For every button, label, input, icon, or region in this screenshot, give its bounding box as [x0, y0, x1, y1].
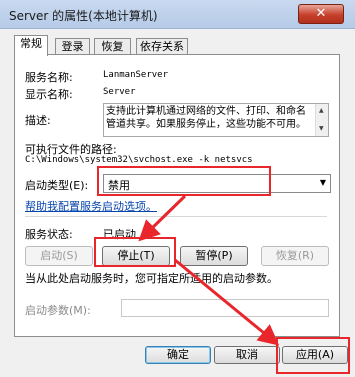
stop-button[interactable]: 停止(T) — [102, 246, 170, 266]
startup-type-value: 禁用 — [108, 179, 130, 192]
tab-logon[interactable]: 登录 — [55, 38, 90, 55]
separator — [25, 216, 327, 217]
start-button[interactable]: 启动(S) — [25, 246, 93, 266]
scroll-up-icon[interactable]: ▲ — [319, 107, 324, 114]
description-scrollbar[interactable]: ▲ ▼ — [315, 104, 328, 136]
cancel-button[interactable]: 取消 — [214, 346, 280, 364]
close-icon: ✕ — [315, 6, 327, 21]
service-name-value: LanmanServer — [103, 70, 169, 80]
ok-button[interactable]: 确定 — [145, 346, 211, 364]
window-title: Server 的属性(本地计算机) — [9, 9, 158, 23]
start-params-input[interactable] — [121, 299, 329, 317]
close-button[interactable]: ✕ — [298, 4, 344, 24]
service-status-value: 已启动 — [103, 228, 136, 241]
startup-type-label: 启动类型(E): — [25, 179, 89, 192]
display-name-label: 显示名称: — [25, 88, 73, 101]
pause-button[interactable]: 暂停(P) — [180, 246, 248, 266]
general-panel: 服务名称: LanmanServer 显示名称: Server 描述: 支持此计… — [14, 54, 340, 337]
scroll-down-icon[interactable]: ▼ — [319, 125, 324, 132]
hint-text: 当从此处启动服务时，您可指定所适用的启动参数。 — [25, 272, 278, 285]
startup-type-select[interactable]: 禁用 ▼ — [103, 174, 331, 193]
title-bar: Server 的属性(本地计算机) ✕ — [0, 0, 355, 29]
resume-button[interactable]: 恢复(R) — [261, 246, 329, 266]
start-params-label: 启动参数(M): — [25, 304, 91, 317]
help-link[interactable]: 帮助我配置服务启动选项。 — [25, 198, 157, 214]
display-name-value: Server — [103, 87, 136, 97]
service-status-label: 服务状态: — [25, 228, 73, 241]
tab-recovery[interactable]: 恢复 — [94, 38, 131, 55]
apply-button[interactable]: 应用(A) — [282, 346, 348, 364]
exe-path-value: C:\Windows\system32\svchost.exe -k netsv… — [25, 155, 253, 165]
description-box: 支持此计算机通过网络的文件、打印、和命名管道共享。如果服务停止，这些功能不可用。… — [103, 103, 329, 137]
description-label: 描述: — [25, 114, 51, 127]
tab-general[interactable]: 常规 — [14, 35, 48, 56]
description-text: 支持此计算机通过网络的文件、打印、和命名管道共享。如果服务停止，这些功能不可用。 — [106, 106, 306, 130]
dropdown-arrow-icon: ▼ — [319, 178, 326, 187]
service-name-label: 服务名称: — [25, 71, 73, 84]
tab-dependencies[interactable]: 依存关系 — [136, 38, 188, 55]
